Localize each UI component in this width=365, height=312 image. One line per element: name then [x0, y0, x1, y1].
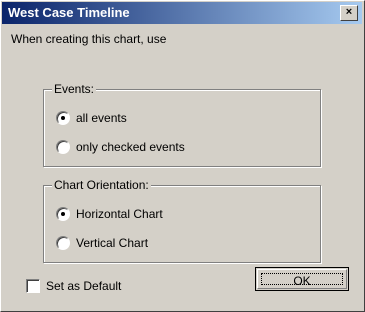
radio-vertical-chart[interactable]: [56, 236, 70, 250]
close-icon: ×: [345, 6, 353, 18]
title-bar[interactable]: West Case Timeline ×: [2, 2, 362, 24]
radio-all-events[interactable]: [56, 111, 70, 125]
orientation-group: Chart Orientation:: [43, 178, 321, 263]
window-title: West Case Timeline: [8, 5, 130, 20]
intro-text: When creating this chart, use: [11, 32, 167, 46]
set-as-default-checkbox[interactable]: [26, 279, 40, 293]
radio-horizontal-chart[interactable]: [56, 207, 70, 221]
radio-only-checked-events[interactable]: [56, 140, 70, 154]
close-button[interactable]: ×: [340, 5, 358, 21]
set-as-default-label[interactable]: Set as Default: [46, 279, 121, 293]
radio-vertical-label[interactable]: Vertical Chart: [76, 236, 148, 250]
events-group: Events:: [43, 82, 321, 167]
ok-button[interactable]: OK: [255, 267, 349, 291]
radio-only-checked-label[interactable]: only checked events: [76, 140, 185, 154]
orientation-legend: Chart Orientation:: [52, 178, 151, 192]
radio-all-events-label[interactable]: all events: [76, 111, 127, 125]
ok-label: OK: [261, 273, 343, 288]
events-legend: Events:: [52, 82, 97, 96]
radio-horizontal-label[interactable]: Horizontal Chart: [76, 207, 163, 221]
